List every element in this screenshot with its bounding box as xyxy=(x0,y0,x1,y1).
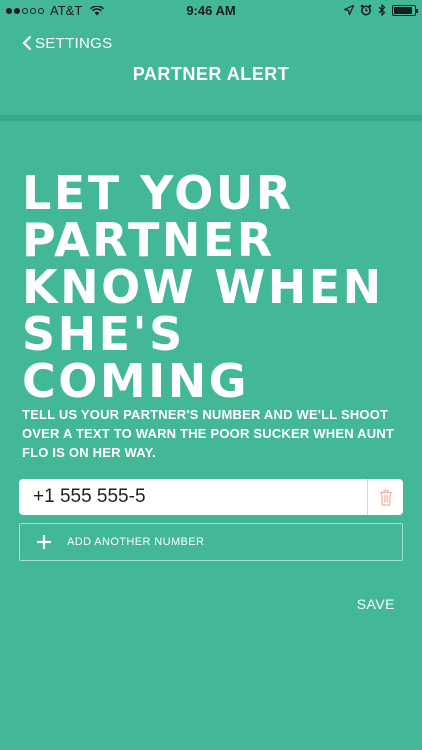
back-button[interactable]: SETTINGS xyxy=(22,33,112,53)
header-divider xyxy=(0,115,422,121)
add-another-number-button[interactable]: ADD ANOTHER NUMBER xyxy=(19,523,403,561)
add-another-number-label: ADD ANOTHER NUMBER xyxy=(67,536,205,548)
trash-icon xyxy=(379,489,392,506)
headline-line: PARTNER xyxy=(22,213,275,267)
plus-icon xyxy=(37,535,51,549)
battery-icon xyxy=(392,4,418,16)
alarm-clock-icon xyxy=(360,4,372,16)
headline-line: KNOW WHEN xyxy=(22,260,384,314)
delete-number-button[interactable] xyxy=(367,479,403,515)
headline-line: LET YOUR xyxy=(22,166,294,220)
bluetooth-icon xyxy=(378,4,386,16)
save-button[interactable]: SAVE xyxy=(357,596,395,612)
battery-fill xyxy=(394,6,412,14)
location-arrow-icon xyxy=(344,5,354,15)
headline-line: COMING xyxy=(22,354,250,408)
headline-line: SHE'S xyxy=(22,307,185,361)
back-button-label: SETTINGS xyxy=(35,34,113,52)
status-right xyxy=(344,4,418,16)
phone-number-row xyxy=(19,479,403,515)
headline: LET YOUR PARTNER KNOW WHEN SHE'S COMING xyxy=(22,170,412,405)
chevron-left-icon xyxy=(22,35,32,51)
page-title: PARTNER ALERT xyxy=(132,64,290,84)
status-bar: AT&T 9:46 AM xyxy=(0,0,422,22)
phone-number-input[interactable] xyxy=(19,479,367,515)
description-text: TELL US YOUR PARTNER'S NUMBER AND WE'LL … xyxy=(22,407,395,460)
